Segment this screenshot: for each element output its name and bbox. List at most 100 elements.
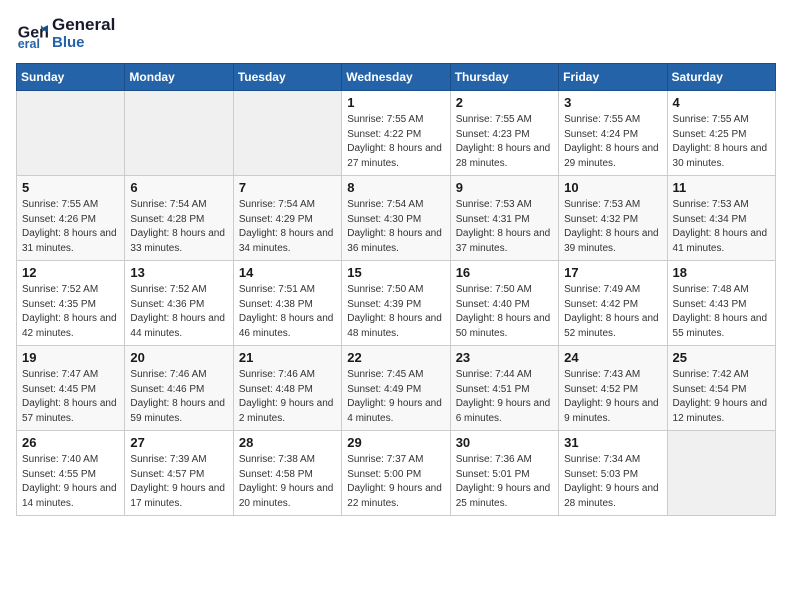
calendar-cell: 31 Sunrise: 7:34 AM Sunset: 5:03 PM Dayli… [559,431,667,516]
calendar-cell: 6 Sunrise: 7:54 AM Sunset: 4:28 PM Daylig… [125,176,233,261]
svg-text:eral: eral [18,37,40,50]
calendar-cell: 9Sunrise: 7:53 AM Sunset: 4:31 PM Daylig… [450,176,558,261]
calendar-cell [667,431,775,516]
day-number: 13 [130,265,227,280]
day-number: 6 [130,180,227,195]
calendar-cell: 4 Sunrise: 7:55 AM Sunset: 4:25 PM Daylig… [667,91,775,176]
day-number: 26 [22,435,119,450]
day-number: 5 [22,180,119,195]
calendar-week-row: 26 Sunrise: 7:40 AM Sunset: 4:55 PM Dayli… [17,431,776,516]
day-number: 27 [130,435,227,450]
day-number: 30 [456,435,553,450]
calendar-cell: 19 Sunrise: 7:47 AM Sunset: 4:45 PM Dayli… [17,346,125,431]
calendar-cell: 27 Sunrise: 7:39 AM Sunset: 4:57 PM Dayli… [125,431,233,516]
day-number: 10 [564,180,661,195]
calendar-cell: 30Sunrise: 7:36 AM Sunset: 5:01 PM Dayli… [450,431,558,516]
weekday-header: Friday [559,64,667,91]
cell-info: Sunrise: 7:50 AM Sunset: 4:39 PM Dayligh… [347,283,444,341]
cell-info: Sunrise: 7:55 AM Sunset: 4:25 PM Dayligh… [673,113,770,171]
calendar-body: 1Sunrise: 7:55 AM Sunset: 4:22 PM Daylig… [17,91,776,516]
cell-info: Sunrise: 7:52 AM Sunset: 4:36 PM Dayligh… [130,283,227,341]
weekday-header: Saturday [667,64,775,91]
calendar-cell: 7 Sunrise: 7:54 AM Sunset: 4:29 PM Daylig… [233,176,341,261]
day-number: 20 [130,350,227,365]
calendar-cell: 23Sunrise: 7:44 AM Sunset: 4:51 PM Dayli… [450,346,558,431]
calendar-cell: 21Sunrise: 7:46 AM Sunset: 4:48 PM Dayli… [233,346,341,431]
day-number: 19 [22,350,119,365]
day-number: 25 [673,350,770,365]
cell-info: Sunrise: 7:54 AM Sunset: 4:30 PM Dayligh… [347,198,444,256]
calendar-cell: 12Sunrise: 7:52 AM Sunset: 4:35 PM Dayli… [17,261,125,346]
day-number: 14 [239,265,336,280]
logo-text-general: General [52,16,115,35]
cell-info: Sunrise: 7:47 AM Sunset: 4:45 PM Dayligh… [22,368,119,426]
calendar-cell: 16 Sunrise: 7:50 AM Sunset: 4:40 PM Dayli… [450,261,558,346]
calendar-week-row: 12Sunrise: 7:52 AM Sunset: 4:35 PM Dayli… [17,261,776,346]
day-number: 17 [564,265,661,280]
cell-info: Sunrise: 7:45 AM Sunset: 4:49 PM Dayligh… [347,368,444,426]
weekday-header: Thursday [450,64,558,91]
day-number: 11 [673,180,770,195]
cell-info: Sunrise: 7:42 AM Sunset: 4:54 PM Dayligh… [673,368,770,426]
calendar-cell: 17 Sunrise: 7:49 AM Sunset: 4:42 PM Dayli… [559,261,667,346]
cell-info: Sunrise: 7:37 AM Sunset: 5:00 PM Dayligh… [347,453,444,511]
calendar-cell: 26 Sunrise: 7:40 AM Sunset: 4:55 PM Dayli… [17,431,125,516]
calendar-cell [17,91,125,176]
cell-info: Sunrise: 7:49 AM Sunset: 4:42 PM Dayligh… [564,283,661,341]
logo: Gen eral General Blue [16,16,115,51]
calendar-cell: 25 Sunrise: 7:42 AM Sunset: 4:54 PM Dayli… [667,346,775,431]
cell-info: Sunrise: 7:54 AM Sunset: 4:29 PM Dayligh… [239,198,336,256]
calendar-cell: 15Sunrise: 7:50 AM Sunset: 4:39 PM Dayli… [342,261,450,346]
cell-info: Sunrise: 7:43 AM Sunset: 4:52 PM Dayligh… [564,368,661,426]
day-number: 3 [564,95,661,110]
cell-info: Sunrise: 7:44 AM Sunset: 4:51 PM Dayligh… [456,368,553,426]
cell-info: Sunrise: 7:48 AM Sunset: 4:43 PM Dayligh… [673,283,770,341]
weekday-header: Monday [125,64,233,91]
calendar-cell: 24 Sunrise: 7:43 AM Sunset: 4:52 PM Dayli… [559,346,667,431]
calendar-cell: 13 Sunrise: 7:52 AM Sunset: 4:36 PM Dayli… [125,261,233,346]
day-number: 31 [564,435,661,450]
calendar-cell: 28Sunrise: 7:38 AM Sunset: 4:58 PM Dayli… [233,431,341,516]
calendar-cell: 22 Sunrise: 7:45 AM Sunset: 4:49 PM Dayli… [342,346,450,431]
calendar-cell: 29 Sunrise: 7:37 AM Sunset: 5:00 PM Dayli… [342,431,450,516]
day-number: 4 [673,95,770,110]
calendar-cell: 8 Sunrise: 7:54 AM Sunset: 4:30 PM Daylig… [342,176,450,261]
cell-info: Sunrise: 7:46 AM Sunset: 4:46 PM Dayligh… [130,368,227,426]
cell-info: Sunrise: 7:53 AM Sunset: 4:32 PM Dayligh… [564,198,661,256]
cell-info: Sunrise: 7:50 AM Sunset: 4:40 PM Dayligh… [456,283,553,341]
page-header: Gen eral General Blue [16,16,776,51]
calendar-header-row: SundayMondayTuesdayWednesdayThursdayFrid… [17,64,776,91]
day-number: 2 [456,95,553,110]
cell-info: Sunrise: 7:39 AM Sunset: 4:57 PM Dayligh… [130,453,227,511]
day-number: 22 [347,350,444,365]
calendar-cell: 1Sunrise: 7:55 AM Sunset: 4:22 PM Daylig… [342,91,450,176]
day-number: 29 [347,435,444,450]
logo-icon: Gen eral [16,18,48,50]
cell-info: Sunrise: 7:52 AM Sunset: 4:35 PM Dayligh… [22,283,119,341]
calendar-cell: 5 Sunrise: 7:55 AM Sunset: 4:26 PM Daylig… [17,176,125,261]
day-number: 16 [456,265,553,280]
day-number: 8 [347,180,444,195]
calendar-cell [125,91,233,176]
day-number: 7 [239,180,336,195]
weekday-header: Wednesday [342,64,450,91]
calendar-week-row: 5 Sunrise: 7:55 AM Sunset: 4:26 PM Daylig… [17,176,776,261]
cell-info: Sunrise: 7:53 AM Sunset: 4:31 PM Dayligh… [456,198,553,256]
cell-info: Sunrise: 7:54 AM Sunset: 4:28 PM Dayligh… [130,198,227,256]
weekday-header: Sunday [17,64,125,91]
day-number: 1 [347,95,444,110]
calendar-cell: 2Sunrise: 7:55 AM Sunset: 4:23 PM Daylig… [450,91,558,176]
cell-info: Sunrise: 7:40 AM Sunset: 4:55 PM Dayligh… [22,453,119,511]
day-number: 18 [673,265,770,280]
calendar-cell: 20 Sunrise: 7:46 AM Sunset: 4:46 PM Dayli… [125,346,233,431]
calendar-cell: 14Sunrise: 7:51 AM Sunset: 4:38 PM Dayli… [233,261,341,346]
logo-text-blue: Blue [52,35,115,52]
cell-info: Sunrise: 7:55 AM Sunset: 4:26 PM Dayligh… [22,198,119,256]
cell-info: Sunrise: 7:55 AM Sunset: 4:24 PM Dayligh… [564,113,661,171]
calendar-week-row: 19 Sunrise: 7:47 AM Sunset: 4:45 PM Dayli… [17,346,776,431]
cell-info: Sunrise: 7:38 AM Sunset: 4:58 PM Dayligh… [239,453,336,511]
day-number: 24 [564,350,661,365]
day-number: 21 [239,350,336,365]
cell-info: Sunrise: 7:53 AM Sunset: 4:34 PM Dayligh… [673,198,770,256]
cell-info: Sunrise: 7:34 AM Sunset: 5:03 PM Dayligh… [564,453,661,511]
